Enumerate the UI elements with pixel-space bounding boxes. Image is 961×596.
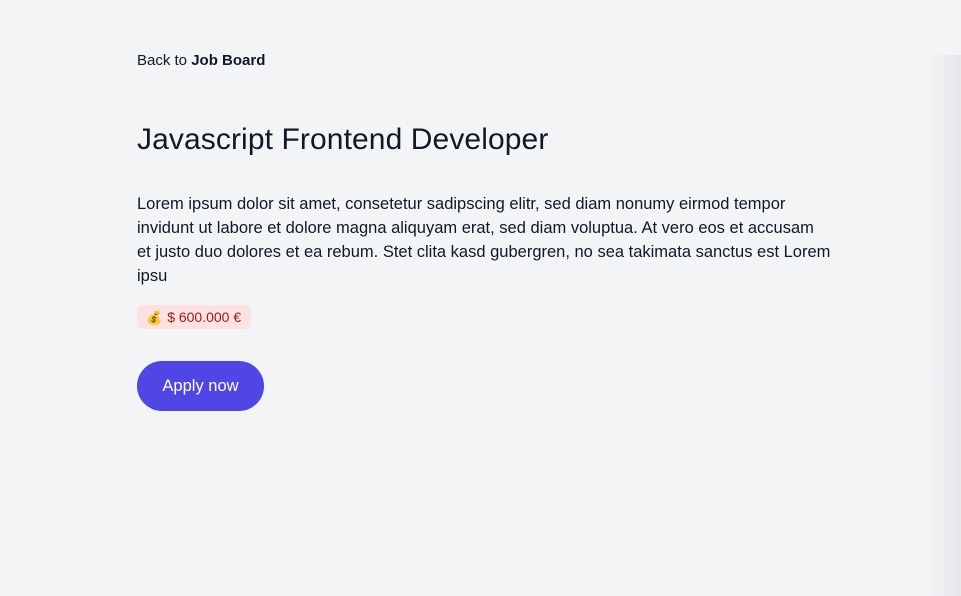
job-detail-page: Back to Job Board Javascript Frontend De… [0,0,961,596]
apply-row: Apply now [137,361,837,411]
back-link-target: Job Board [191,52,266,69]
job-title: Javascript Frontend Developer [137,123,549,156]
right-edge-shadow [923,55,961,596]
back-to-job-board-link[interactable]: Back to Job Board [137,50,265,72]
job-description: Lorem ipsum dolor sit amet, consetetur s… [137,195,831,285]
money-bag-icon: 💰 [146,309,163,325]
apply-now-button[interactable]: Apply now [137,361,264,411]
job-detail-content: Back to Job Board Javascript Frontend De… [137,50,837,411]
salary-text: $ 600.000 € [167,309,242,325]
back-link-prefix: Back to [137,52,188,69]
salary-badge: 💰 $ 600.000 € [137,305,252,329]
